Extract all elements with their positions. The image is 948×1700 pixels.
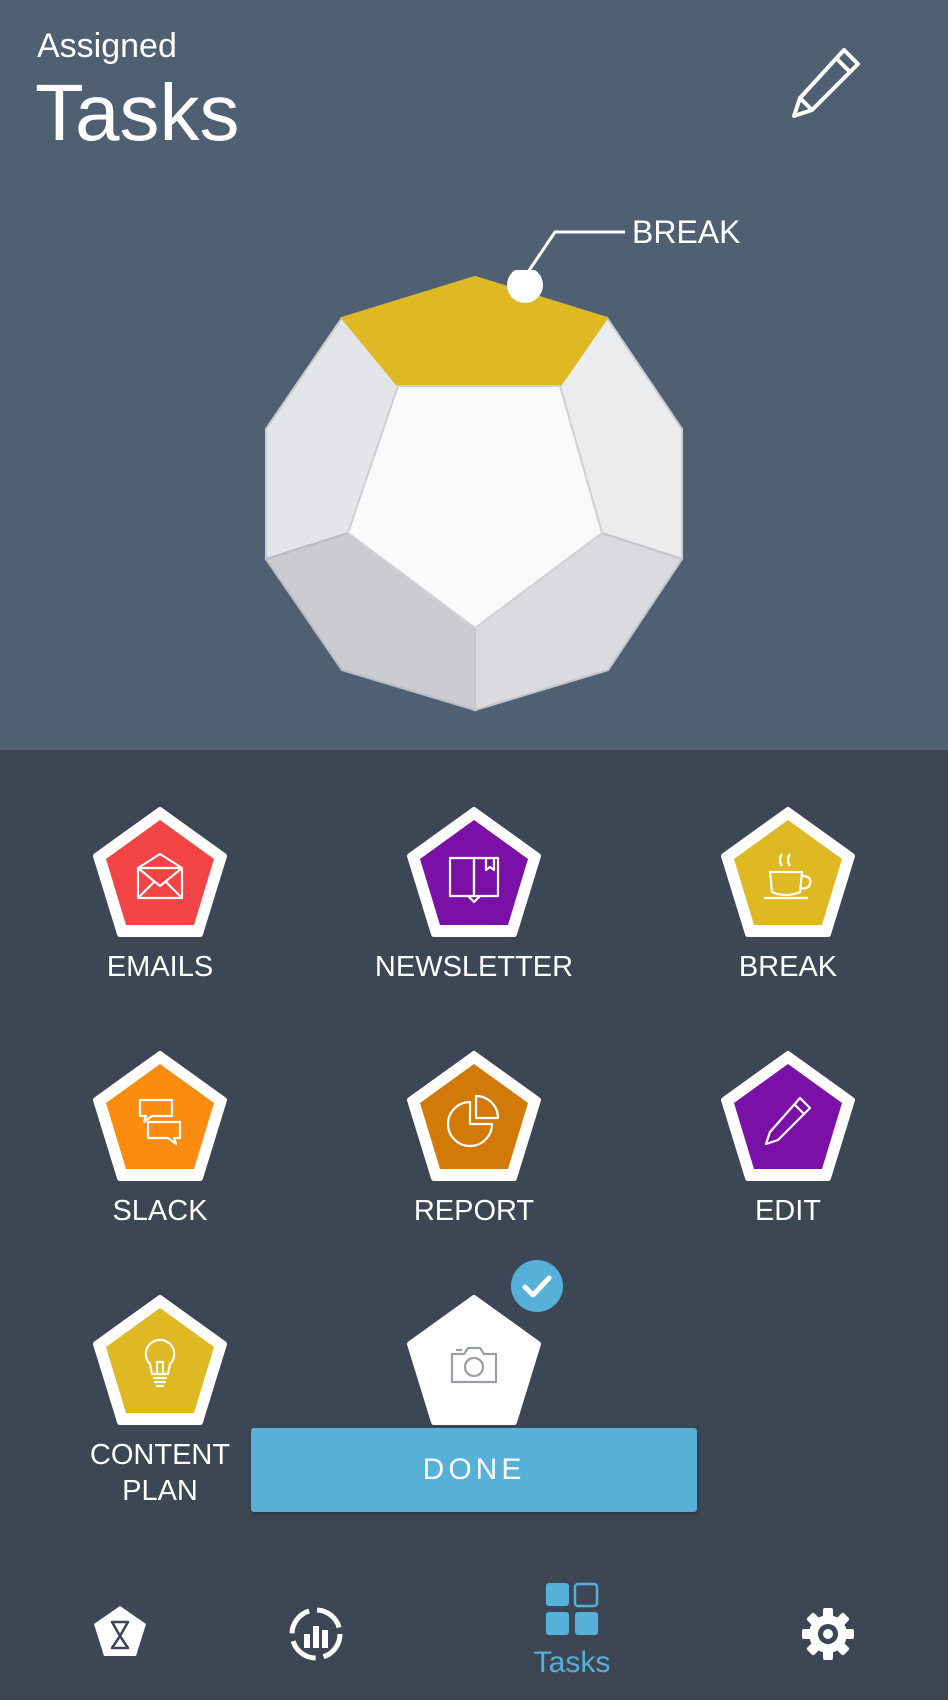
done-button[interactable]: DONE: [251, 1428, 697, 1512]
lightbulb-icon: [144, 1338, 176, 1388]
chat-bubbles-icon: [138, 1098, 182, 1146]
hourglass-icon: [94, 1606, 146, 1656]
pie-chart-icon: [446, 1094, 500, 1148]
nav-stats[interactable]: [288, 1606, 344, 1662]
task-label: SLACK: [112, 1195, 208, 1227]
task-dodecahedron[interactable]: [260, 270, 690, 720]
nav-settings[interactable]: [800, 1606, 856, 1662]
task-label: EMAILS: [106, 951, 214, 983]
task-newsletter[interactable]: NEWSLETTER: [364, 804, 584, 1024]
camera-icon: [450, 1346, 498, 1384]
completed-check-icon: [511, 1260, 563, 1312]
task-label: NEWSLETTER: [374, 951, 574, 983]
pencil-icon: [792, 48, 860, 118]
selected-face-label: BREAK: [632, 214, 741, 250]
pencil-icon: [764, 1096, 812, 1146]
nav-tasks[interactable]: Tasks: [522, 1582, 622, 1692]
nav-timer[interactable]: [92, 1604, 148, 1660]
task-label: BREAK: [738, 951, 838, 983]
grid-icon: [546, 1582, 599, 1635]
stats-icon: [289, 1607, 343, 1661]
task-label: REPORT: [413, 1195, 535, 1227]
task-break[interactable]: BREAK: [678, 804, 898, 1024]
page-subtitle: Assigned: [37, 27, 177, 65]
task-edit[interactable]: EDIT: [678, 1048, 898, 1268]
envelope-icon: [136, 852, 184, 900]
task-emails[interactable]: EMAILS: [50, 804, 270, 1024]
page-title: Tasks: [35, 68, 240, 157]
top-panel: Assigned Tasks BREAK: [0, 0, 948, 750]
coffee-cup-icon: [764, 853, 812, 900]
task-content-plan[interactable]: CONTENT PLAN: [50, 1292, 270, 1512]
task-label: CONTENT PLAN: [89, 1439, 231, 1507]
task-label: EDIT: [754, 1195, 822, 1227]
task-slack[interactable]: SLACK: [50, 1048, 270, 1268]
book-icon: [448, 856, 500, 904]
task-report[interactable]: REPORT: [364, 1048, 584, 1268]
gear-icon: [802, 1608, 854, 1660]
edit-button[interactable]: [788, 44, 864, 120]
nav-tasks-label: Tasks: [533, 1646, 611, 1679]
